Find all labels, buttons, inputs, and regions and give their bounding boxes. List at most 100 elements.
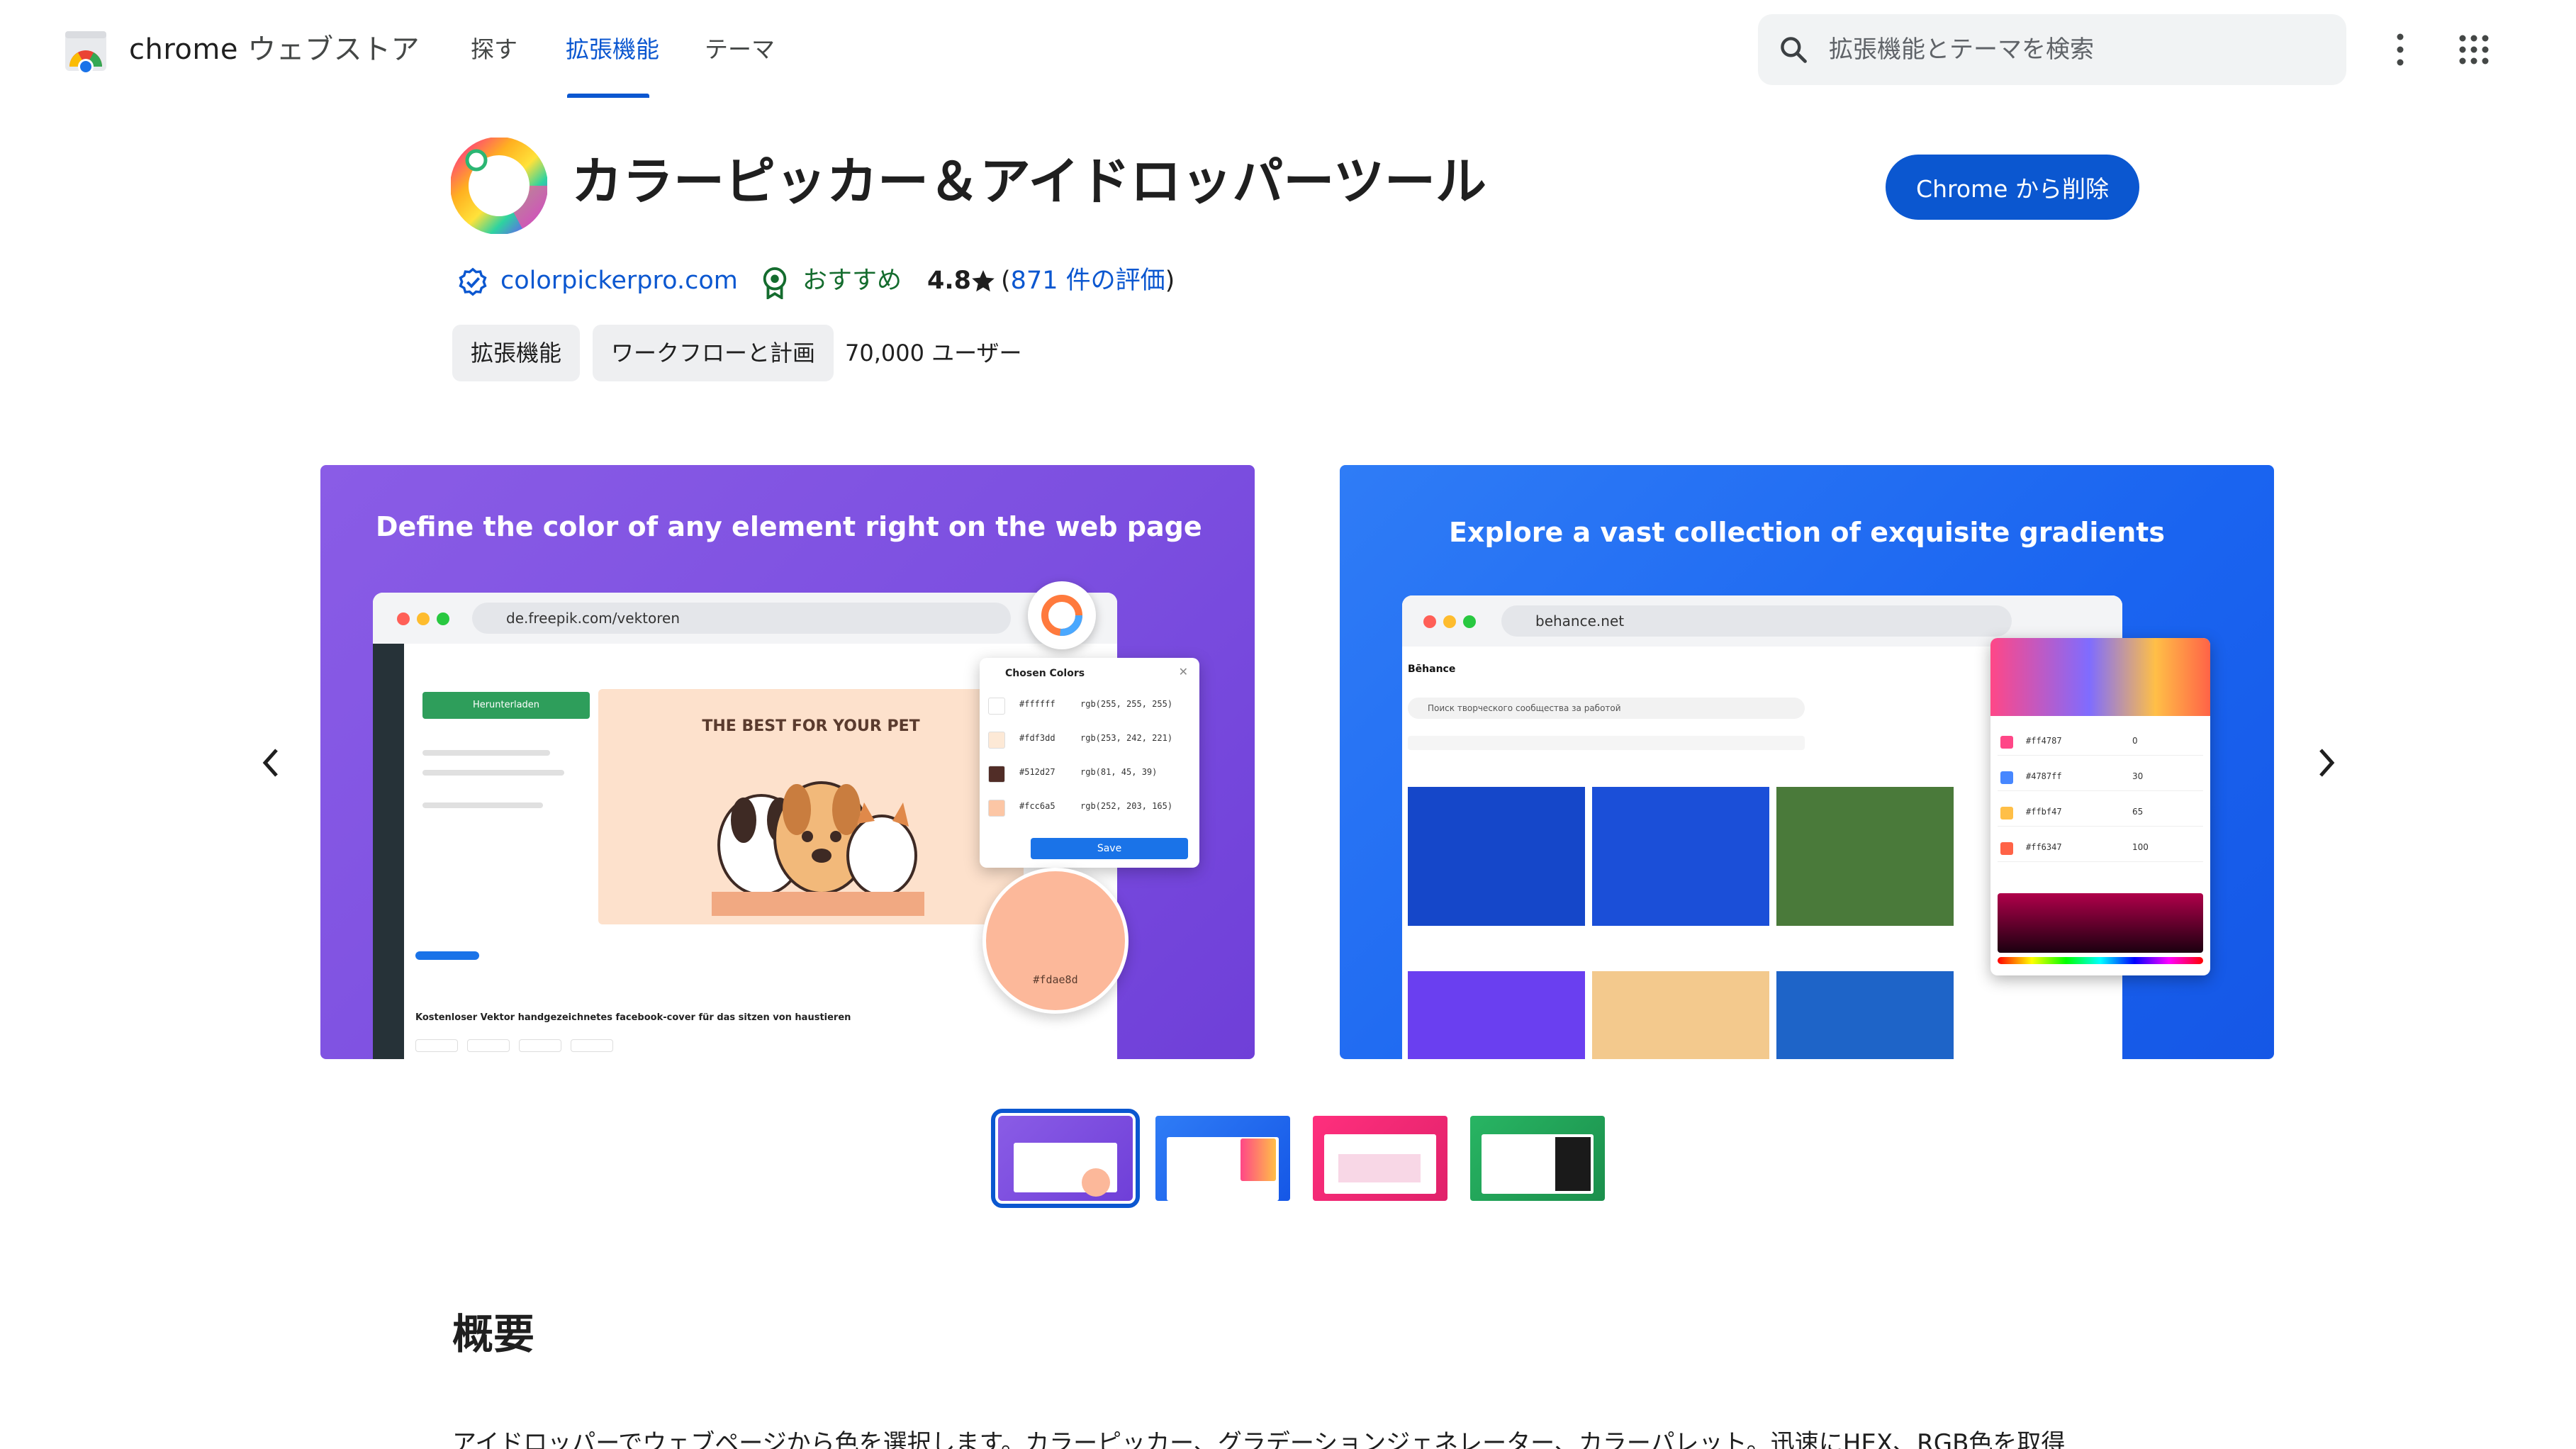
stop-hex: #ff4787 [2026, 736, 2062, 746]
stop-swatch [2000, 807, 2013, 819]
overview-heading: 概要 [452, 1310, 535, 1358]
top-bar: chrome ウェブストア 探す 拡張機能 テーマ [0, 0, 2576, 99]
color-swatch [988, 800, 1005, 817]
gallery-tile [1592, 971, 1769, 1059]
pet-banner: THE BEST FOR YOUR PET [598, 689, 1024, 924]
stop-hex: #ff6347 [2026, 842, 2062, 852]
banner-text: THE BEST FOR YOUR PET [702, 717, 920, 735]
behance-search: Поиск творческого сообщества за работой [1408, 698, 1805, 719]
stop-value: 100 [2132, 842, 2149, 852]
gradient-preview [1990, 638, 2210, 716]
reviews-link[interactable]: (871 件の評価) [1001, 259, 1175, 302]
tag-pill [467, 1039, 510, 1052]
browser-url: de.freepik.com/vektoren [472, 603, 1011, 634]
stop-hex: #4787ff [2026, 771, 2062, 781]
tag-pill [571, 1039, 614, 1052]
active-tab-indicator [567, 94, 649, 98]
thumb-content [1338, 1154, 1421, 1182]
chosen-colors-panel: Chosen Colors ✕ #ffffff rgb(255, 255, 255… [980, 658, 1199, 868]
page-description: Kostenloser Vektor handgezeichnetes face… [415, 1012, 851, 1023]
picker-launcher [1028, 581, 1096, 649]
verified-publisher-icon [459, 267, 487, 296]
color-row: #512d27 rgb(81, 45, 39) [988, 761, 1191, 787]
screenshot-slide-1[interactable]: Define the color of any element right on… [320, 465, 1255, 1059]
brand-name: chrome [129, 33, 238, 66]
browser-toolbar: de.freepik.com/vektoren [373, 593, 1117, 644]
dogs-illustration [712, 781, 924, 916]
color-row: #fcc6a5 rgb(252, 203, 165) [988, 795, 1191, 821]
gradient-panel: #ff4787 0 #4787ff 30 #ffbf47 65 #ff6347 100 [1990, 638, 2210, 975]
close-icon: ✕ [1178, 665, 1188, 678]
user-count: 70,000 ユーザー [845, 340, 1022, 367]
extension-icon [451, 138, 547, 234]
colorpicker-icon [1041, 595, 1082, 636]
thumbnail-3[interactable] [1313, 1116, 1447, 1201]
shade-picker [1998, 893, 2203, 953]
stop-value: 30 [2132, 771, 2144, 781]
info-line [422, 802, 543, 808]
gallery-tile [1408, 787, 1585, 926]
color-rgb: rgb(81, 45, 39) [1080, 767, 1158, 777]
gradient-stop-row: #ffbf47 65 [1998, 801, 2203, 827]
nav-tab-themes[interactable]: テーマ [705, 31, 775, 68]
reviews-count[interactable]: 871 件の評価 [1011, 267, 1165, 295]
browser-url: behance.net [1501, 605, 2012, 637]
thumbnail-4[interactable] [1470, 1116, 1605, 1201]
category-chip-workflow[interactable]: ワークフローと計画 [593, 325, 834, 381]
nav-tab-extensions[interactable]: 拡張機能 [566, 31, 659, 68]
color-hex: #fcc6a5 [1019, 801, 1055, 811]
store-brand[interactable]: chrome ウェブストア [129, 31, 420, 68]
remove-from-chrome-button[interactable]: Chrome から削除 [1886, 155, 2139, 220]
category-chip-extensions[interactable]: 拡張機能 [452, 325, 581, 381]
brand-store-label: ウェブストア [247, 33, 420, 66]
stop-value: 65 [2132, 807, 2144, 817]
thumb-content [1555, 1137, 1591, 1191]
picked-hex: #fdae8d [1033, 973, 1078, 986]
filter-row [1408, 736, 1805, 750]
magnifier-loupe: #fdae8d [982, 868, 1129, 1014]
slide-1-caption: Define the color of any element right on… [376, 511, 1202, 542]
publisher-link[interactable]: colorpickerpro.com [500, 259, 738, 302]
stop-swatch [2000, 736, 2013, 749]
color-hex: #512d27 [1019, 767, 1055, 777]
extension-title: カラーピッカー＆アイドロッパーツール [571, 152, 1486, 211]
more-vert-icon[interactable] [2390, 28, 2410, 71]
nav-tab-discover[interactable]: 探す [471, 31, 517, 68]
carousel-next-icon[interactable] [2312, 742, 2341, 784]
stop-hex: #ffbf47 [2026, 807, 2062, 817]
search-box[interactable] [1758, 14, 2346, 85]
tag-pill [519, 1039, 562, 1052]
color-rgb: rgb(252, 203, 165) [1080, 801, 1173, 811]
stop-value: 0 [2132, 736, 2138, 746]
color-swatch [988, 766, 1005, 783]
slide-2-caption: Explore a vast collection of exquisite g… [1448, 517, 2166, 548]
thumbnail-2[interactable] [1155, 1116, 1290, 1201]
color-swatch [988, 732, 1005, 749]
gradient-stop-row: #4787ff 30 [1998, 766, 2203, 791]
color-row: #fdf3dd rgb(253, 242, 221) [988, 727, 1191, 753]
panel-title: Chosen Colors [1005, 668, 1085, 679]
behance-logo: Bēhance [1408, 664, 1456, 675]
window-dot-red [397, 612, 410, 625]
info-line [422, 750, 550, 756]
thumbnail-1[interactable] [991, 1109, 1140, 1208]
thumb-content [1082, 1168, 1110, 1197]
google-apps-icon[interactable] [2457, 33, 2491, 67]
screenshot-slide-2[interactable]: Explore a vast collection of exquisite g… [1340, 465, 2274, 1059]
color-swatch [988, 698, 1005, 715]
search-input[interactable] [1829, 27, 2325, 72]
color-row: #ffffff rgb(255, 255, 255) [988, 693, 1191, 719]
stop-swatch [2000, 771, 2013, 784]
rating-value: 4.8 [927, 267, 972, 295]
gallery-tile [1408, 971, 1585, 1059]
window-dot-yellow [1443, 615, 1456, 628]
chrome-web-store-logo[interactable] [62, 27, 109, 74]
color-rgb: rgb(253, 242, 221) [1080, 733, 1173, 743]
featured-label[interactable]: おすすめ [802, 259, 902, 302]
carousel-prev-icon[interactable] [257, 742, 285, 784]
stop-swatch [2000, 842, 2013, 855]
reviews-close-paren: ) [1165, 267, 1175, 295]
gradient-stop-row: #ff4787 0 [1998, 730, 2203, 756]
window-dot-green [1463, 615, 1476, 628]
info-line [422, 770, 564, 776]
